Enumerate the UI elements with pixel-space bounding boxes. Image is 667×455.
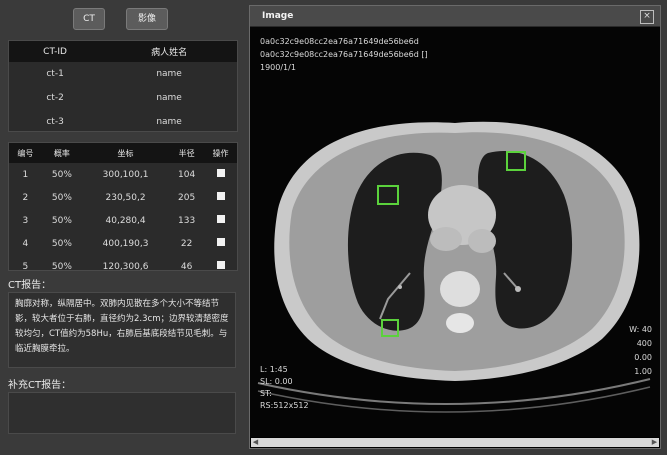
overlay-window-center: 400 xyxy=(636,339,652,348)
study-id: 0a0c32c9e08cc2ea76a71649de56be6d [] xyxy=(260,50,428,59)
coordinates-cell: 40,280,4 xyxy=(105,215,146,226)
coordinates-cell: 230,50,2 xyxy=(105,192,146,203)
action-cell xyxy=(204,255,237,278)
nodule-marker[interactable] xyxy=(377,185,399,205)
col-ct-id: CT-ID xyxy=(9,41,102,62)
table-row[interactable]: ct-1 name xyxy=(9,62,237,86)
image-button[interactable]: 影像 xyxy=(126,8,168,30)
row-checkbox[interactable] xyxy=(216,215,225,223)
ct-report-text[interactable]: 胸廓对称，纵隔居中。双肺内见散在多个大小不等结节影，较大者位于右肺，直径约为2.… xyxy=(8,292,236,368)
coordinates-cell: 400,190,3 xyxy=(102,238,149,249)
action-cell xyxy=(204,163,237,186)
col-radius: 半径 xyxy=(169,143,205,163)
overlay-slice-location: SL: 0.00 xyxy=(260,377,293,386)
patient-table-panel: CT-ID 病人姓名 ct-1 name ct-2 name ct-3 name xyxy=(8,40,238,132)
col-coordinates: 坐标 xyxy=(81,143,170,163)
overlay-resolution: RS:512x512 xyxy=(260,401,309,410)
horizontal-scrollbar[interactable]: ◀ ▶ xyxy=(251,438,659,447)
action-cell xyxy=(204,209,237,232)
probability-cell: 50% xyxy=(51,169,72,180)
ct-id-cell: ct-1 xyxy=(46,69,64,79)
ct-scan-image[interactable] xyxy=(250,27,660,437)
extra-report-label: 补充CT报告： xyxy=(8,380,72,391)
series-id: 0a0c32c9e08cc2ea76a71649de56be6d xyxy=(260,37,419,46)
radius-cell: 133 xyxy=(178,215,196,226)
nodule-table: 编号 概率 坐标 半径 操作 1 50% 300,100,1 104 2 50%… xyxy=(9,143,237,278)
row-checkbox[interactable] xyxy=(216,192,225,200)
number-cell: 2 xyxy=(22,192,29,203)
table-row[interactable]: 2 50% 230,50,2 205 xyxy=(9,186,237,209)
image-viewer-window: Image × 0a0c32c9e08cc2ea76a71649de56be6d… xyxy=(249,5,661,449)
probability-cell: 50% xyxy=(51,192,72,203)
action-cell xyxy=(204,232,237,255)
number-cell: 3 xyxy=(22,215,29,226)
ct-button[interactable]: CT xyxy=(73,8,105,30)
probability-cell: 50% xyxy=(51,215,72,226)
overlay-zoom: 1.00 xyxy=(634,367,652,376)
nodule-marker[interactable] xyxy=(506,151,526,171)
extra-report-input[interactable] xyxy=(8,392,236,434)
close-icon[interactable]: × xyxy=(640,10,654,24)
coordinates-cell: 120,300,6 xyxy=(102,261,149,272)
overlay-location: L: 1:45 xyxy=(260,365,288,374)
table-row[interactable]: 4 50% 400,190,3 22 xyxy=(9,232,237,255)
nodule-marker[interactable] xyxy=(381,319,399,337)
coordinates-cell: 300,100,1 xyxy=(102,169,149,180)
number-cell: 5 xyxy=(22,261,29,272)
number-cell: 1 xyxy=(22,169,29,180)
action-cell xyxy=(204,186,237,209)
col-action: 操作 xyxy=(204,143,237,163)
col-patient-name: 病人姓名 xyxy=(101,41,237,62)
ct-id-cell: ct-3 xyxy=(46,117,64,127)
radius-cell: 205 xyxy=(178,192,196,203)
row-checkbox[interactable] xyxy=(216,261,225,269)
table-row[interactable]: ct-3 name xyxy=(9,110,237,134)
viewer-title: Image xyxy=(262,11,294,21)
row-checkbox[interactable] xyxy=(216,238,225,246)
overlay-window-width: W: 40 xyxy=(629,325,652,334)
viewer-title-bar: Image xyxy=(250,6,660,27)
overlay-slice-thickness: ST: xyxy=(260,389,272,398)
table-row[interactable]: 1 50% 300,100,1 104 xyxy=(9,163,237,186)
col-probability: 概率 xyxy=(41,143,82,163)
ct-report-label: CT报告： xyxy=(8,280,52,291)
probability-cell: 50% xyxy=(51,238,72,249)
ct-id-cell: ct-2 xyxy=(46,93,64,103)
overlay-offset: 0.00 xyxy=(634,353,652,362)
study-date: 1900/1/1 xyxy=(260,63,296,72)
patient-name-cell: name xyxy=(156,93,182,103)
patient-name-cell: name xyxy=(156,117,182,127)
col-number: 编号 xyxy=(9,143,42,163)
scroll-left-icon[interactable]: ◀ xyxy=(251,438,260,447)
patient-table: CT-ID 病人姓名 ct-1 name ct-2 name ct-3 name xyxy=(9,41,237,134)
table-row[interactable]: ct-2 name xyxy=(9,86,237,110)
radius-cell: 104 xyxy=(178,169,196,180)
number-cell: 4 xyxy=(22,238,29,249)
radius-cell: 46 xyxy=(180,261,193,272)
nodule-table-panel: 编号 概率 坐标 半径 操作 1 50% 300,100,1 104 2 50%… xyxy=(8,142,238,272)
radius-cell: 22 xyxy=(180,238,193,249)
table-row[interactable]: 3 50% 40,280,4 133 xyxy=(9,209,237,232)
row-checkbox[interactable] xyxy=(216,169,225,177)
scroll-right-icon[interactable]: ▶ xyxy=(650,438,659,447)
probability-cell: 50% xyxy=(51,261,72,272)
patient-name-cell: name xyxy=(156,69,182,79)
table-row[interactable]: 5 50% 120,300,6 46 xyxy=(9,255,237,278)
